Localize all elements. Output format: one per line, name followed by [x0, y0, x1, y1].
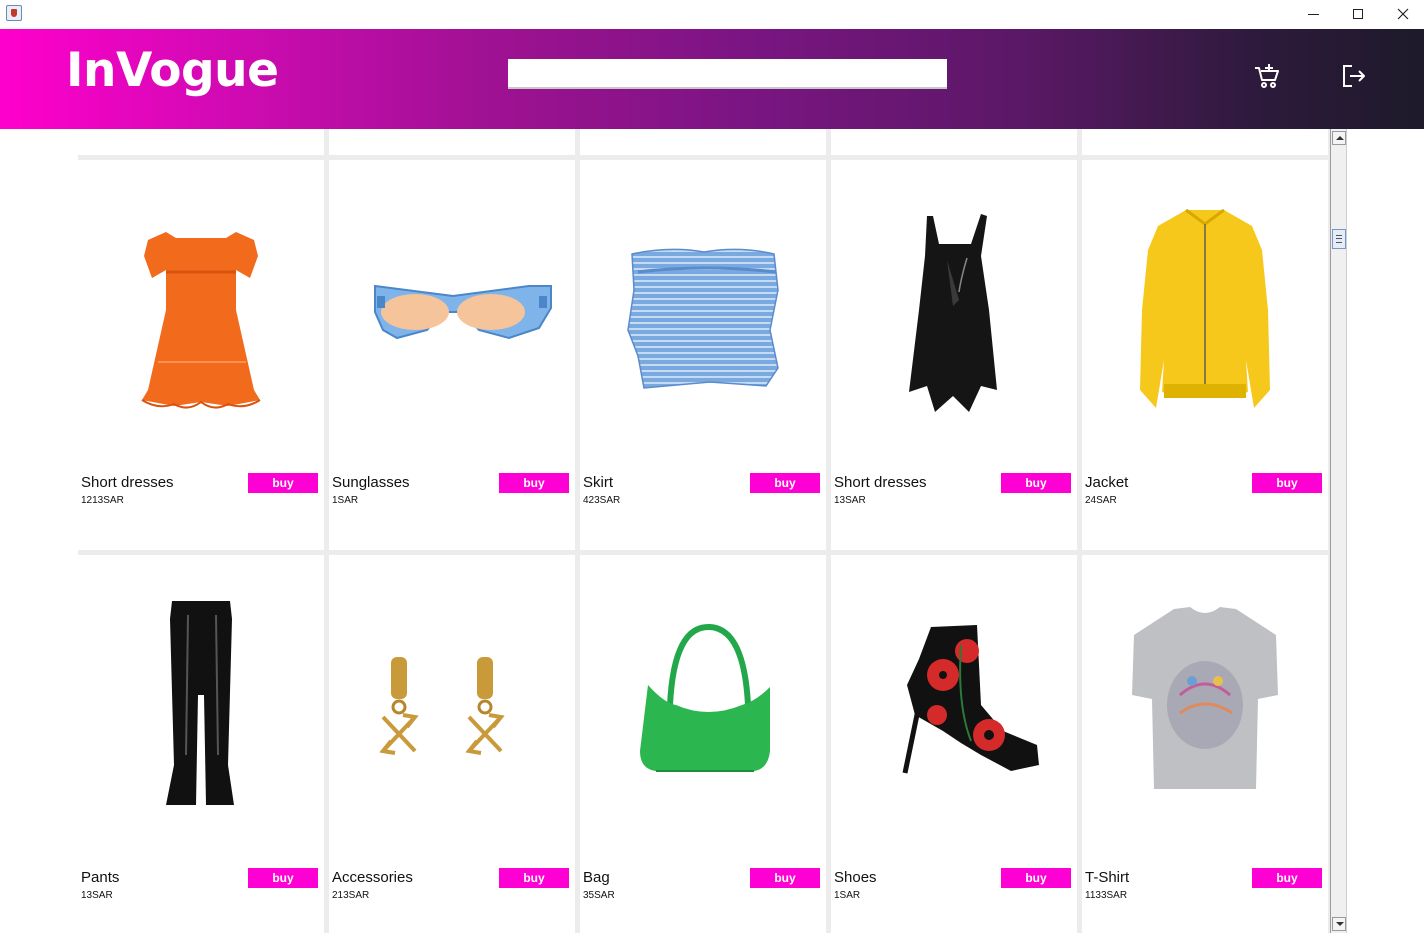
buy-button[interactable]: buy — [1001, 868, 1071, 888]
product-price: 1133SAR — [1085, 890, 1128, 901]
logout-button[interactable] — [1340, 62, 1368, 90]
search-input[interactable] — [508, 59, 947, 89]
minimize-icon — [1307, 13, 1319, 15]
product-card-partial — [78, 129, 324, 155]
product-name: T-Shirt — [1085, 869, 1130, 886]
product-price: 13SAR — [81, 890, 113, 901]
product-grid[interactable]: Short dresses 1213SAR buy Sunglasses 1SA… — [78, 129, 1330, 933]
orange-dress-image — [141, 232, 261, 409]
black-flared-pants-image — [166, 601, 234, 805]
product-card[interactable]: Bag 35SAR buy — [580, 555, 826, 933]
product-name: Skirt — [583, 474, 613, 491]
product-card[interactable]: Sunglasses 1SAR buy — [329, 160, 575, 550]
gold-earrings-image — [379, 657, 505, 755]
product-price: 1213SAR — [81, 495, 124, 506]
product-card-partial — [329, 129, 575, 155]
product-card[interactable]: Short dresses 13SAR buy — [831, 160, 1077, 550]
scroll-down-button[interactable] — [1332, 917, 1346, 931]
product-price: 35SAR — [583, 890, 615, 901]
blue-sunglasses-image — [374, 284, 552, 340]
product-name: Pants — [81, 869, 120, 886]
black-dress-image — [909, 214, 997, 412]
grey-graphic-tshirt-image — [1132, 607, 1278, 789]
buy-button[interactable]: buy — [1252, 868, 1322, 888]
arrow-down-icon — [1336, 922, 1344, 926]
product-card[interactable]: Jacket 24SAR buy — [1082, 160, 1328, 550]
product-card-partial — [1082, 129, 1328, 155]
buy-button[interactable]: buy — [1252, 473, 1322, 493]
buy-button[interactable]: buy — [1001, 473, 1071, 493]
yellow-bomber-jacket-image — [1140, 208, 1270, 408]
buy-button[interactable]: buy — [248, 868, 318, 888]
product-name: Short dresses — [834, 474, 927, 491]
app-header: InVogue — [0, 29, 1424, 129]
close-icon — [1397, 8, 1409, 20]
product-name: Accessories — [332, 869, 413, 886]
maximize-icon — [1353, 9, 1363, 20]
cart-add-icon — [1255, 64, 1279, 88]
product-price: 213SAR — [332, 890, 370, 901]
minimize-button[interactable] — [1290, 0, 1336, 29]
product-name: Jacket — [1085, 474, 1129, 491]
buy-button[interactable]: buy — [248, 473, 318, 493]
vertical-scrollbar[interactable] — [1330, 129, 1347, 933]
blue-striped-skirt-image — [627, 248, 779, 389]
cart-button[interactable] — [1253, 62, 1281, 90]
product-card[interactable]: Accessories 213SAR buy — [329, 555, 575, 933]
product-price: 423SAR — [583, 495, 621, 506]
product-name: Short dresses — [81, 474, 174, 491]
product-price: 24SAR — [1085, 495, 1117, 506]
green-hobo-bag-image — [640, 624, 770, 772]
arrow-up-icon — [1336, 136, 1344, 140]
product-card-partial — [831, 129, 1077, 155]
product-card[interactable]: Shoes 1SAR buy — [831, 555, 1077, 933]
app-logo: InVogue — [66, 43, 279, 98]
scroll-up-button[interactable] — [1332, 131, 1346, 145]
product-card[interactable]: Pants 13SAR buy — [78, 555, 324, 933]
product-name: Bag — [583, 869, 610, 886]
maximize-button[interactable] — [1335, 0, 1381, 29]
buy-button[interactable]: buy — [750, 473, 820, 493]
floral-lace-up-boot-image — [902, 625, 1039, 774]
java-cup-icon — [6, 5, 22, 21]
logout-icon — [1343, 65, 1365, 87]
buy-button[interactable]: buy — [750, 868, 820, 888]
product-card[interactable]: T-Shirt 1133SAR buy — [1082, 555, 1328, 933]
product-card[interactable]: Short dresses 1213SAR buy — [78, 160, 324, 550]
product-name: Sunglasses — [332, 474, 410, 491]
product-price: 1SAR — [834, 890, 861, 901]
product-name: Shoes — [834, 869, 877, 886]
product-card[interactable]: Skirt 423SAR buy — [580, 160, 826, 550]
buy-button[interactable]: buy — [499, 473, 569, 493]
product-card-partial — [580, 129, 826, 155]
window-titlebar — [0, 0, 1424, 29]
buy-button[interactable]: buy — [499, 868, 569, 888]
product-price: 13SAR — [834, 495, 866, 506]
scroll-thumb[interactable] — [1332, 229, 1346, 249]
close-button[interactable] — [1380, 0, 1424, 29]
product-price: 1SAR — [332, 495, 359, 506]
